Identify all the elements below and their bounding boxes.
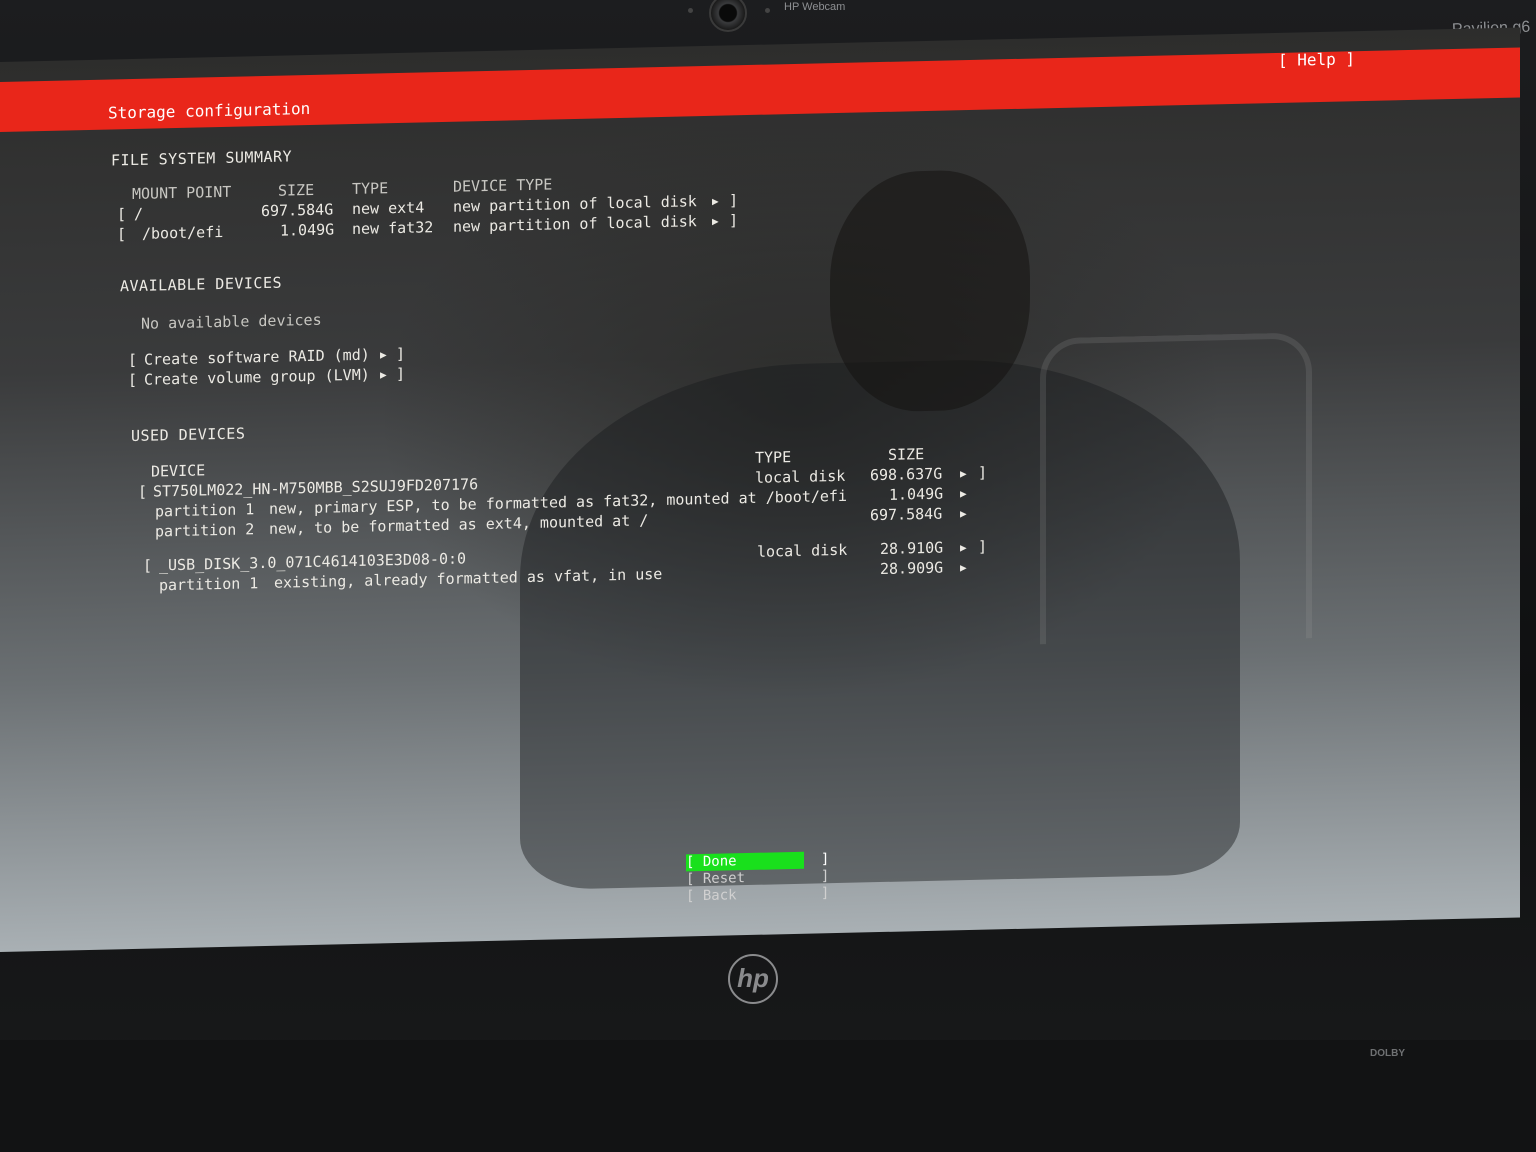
fs-summary-heading: FILE SYSTEM SUMMARY bbox=[111, 147, 293, 170]
partition-label: partition 1 bbox=[155, 500, 255, 521]
page-title: Storage configuration bbox=[108, 98, 311, 123]
create-raid-label: Create software RAID (md) bbox=[144, 345, 370, 369]
disk-type: local disk bbox=[757, 540, 848, 561]
col-type: TYPE bbox=[352, 179, 389, 199]
expand-arrow-icon[interactable]: ▶ bbox=[712, 215, 719, 228]
col-device: DEVICE bbox=[151, 461, 206, 481]
col-size: SIZE bbox=[278, 180, 315, 200]
partition-size: 1.049G bbox=[889, 484, 944, 504]
webcam-icon bbox=[709, 0, 747, 32]
laptop-hinge bbox=[0, 1040, 1536, 1152]
row-mount: / bbox=[134, 204, 144, 223]
expand-arrow-icon: ▶ bbox=[960, 487, 967, 501]
mic-dot-icon bbox=[688, 8, 693, 13]
indicator-dot-icon bbox=[765, 8, 770, 13]
screen-reflection-rail bbox=[1040, 332, 1312, 645]
expand-arrow-icon: ▶ bbox=[960, 561, 967, 575]
screen-reflection-head bbox=[830, 168, 1030, 414]
row-open-bracket: [ bbox=[117, 205, 127, 224]
row-size: 697.584G bbox=[261, 200, 334, 221]
col-size: SIZE bbox=[888, 445, 925, 464]
row-device-type: new partition of local disk bbox=[453, 212, 697, 236]
available-heading: AVAILABLE DEVICES bbox=[120, 273, 283, 296]
col-device-type: DEVICE TYPE bbox=[453, 175, 553, 196]
disk-size: 698.637G bbox=[870, 464, 943, 485]
create-lvm-label: Create volume group (LVM) bbox=[144, 365, 370, 389]
used-heading: USED DEVICES bbox=[131, 424, 246, 446]
col-type: TYPE bbox=[755, 448, 792, 467]
disk-type: local disk bbox=[755, 466, 846, 487]
dolby-label: DOLBY bbox=[1370, 1048, 1405, 1059]
expand-arrow-icon: ▶ bbox=[380, 368, 387, 382]
hp-logo: hp bbox=[728, 954, 778, 1004]
col-mount-point: MOUNT POINT bbox=[132, 182, 232, 204]
row-type: new ext4 bbox=[352, 198, 425, 219]
webcam-label: HP Webcam bbox=[784, 1, 846, 13]
title-bar: Storage configuration [ Help ] bbox=[0, 47, 1520, 132]
action-buttons: [ Done ] [ Reset ] [ Back ] bbox=[686, 851, 829, 906]
row-close-bracket: ] bbox=[729, 211, 739, 230]
back-button[interactable]: [ Back ] bbox=[686, 885, 829, 906]
installer-screen: Storage configuration [ Help ] FILE SYST… bbox=[0, 27, 1520, 953]
expand-arrow-icon: ▶ bbox=[960, 507, 967, 521]
expand-arrow-icon: ▶ bbox=[960, 541, 967, 555]
partition-size: 28.909G bbox=[880, 558, 944, 579]
partition-size: 697.584G bbox=[870, 504, 943, 525]
expand-arrow-icon: ▶ bbox=[960, 467, 967, 481]
expand-arrow-icon[interactable]: ▶ bbox=[712, 195, 719, 208]
expand-arrow-icon: ▶ bbox=[380, 348, 387, 362]
partition-label: partition 2 bbox=[155, 520, 255, 541]
row-type: new fat32 bbox=[352, 218, 434, 239]
disk-size: 28.910G bbox=[880, 538, 944, 559]
row-mount: /boot/efi bbox=[142, 222, 224, 243]
row-open-bracket: [ bbox=[117, 225, 127, 244]
row-size: 1.049G bbox=[280, 220, 335, 240]
no-devices-text: No available devices bbox=[141, 310, 322, 333]
partition-label: partition 1 bbox=[159, 574, 259, 595]
help-button[interactable]: [ Help ] bbox=[1278, 49, 1355, 70]
row-close-bracket: ] bbox=[729, 191, 739, 210]
